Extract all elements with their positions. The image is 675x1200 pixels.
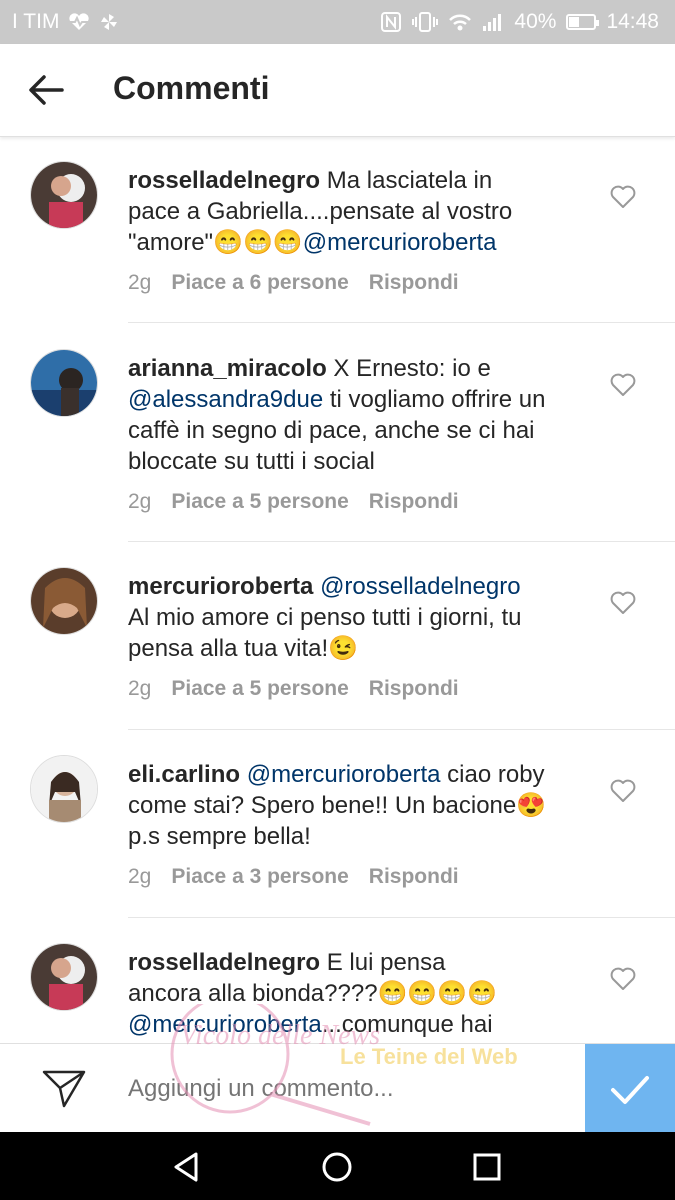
comment-username[interactable]: mercurioroberta — [128, 573, 313, 600]
comment-text: rosselladelnegro E lui pensa ancora alla… — [128, 947, 590, 1040]
comment-line: "amore"😁😁😁 — [128, 229, 303, 256]
heart-icon[interactable] — [610, 967, 636, 991]
comment-text: rosselladelnegro Ma lasciatela in pace a… — [128, 165, 590, 258]
comment-username[interactable]: rosselladelnegro — [128, 949, 320, 976]
comment-time: 2g — [128, 490, 152, 513]
comment-meta: 2g Piace a 3 persone Rispondi — [128, 865, 459, 889]
likes-link[interactable]: Piace a 6 persone — [171, 271, 348, 295]
comment-line: Ma lasciatela in — [326, 167, 493, 194]
divider — [128, 541, 675, 542]
comment-line: pace a Gabriella....pensate al vostro — [128, 198, 513, 225]
mention-link[interactable]: @mercurioroberta — [247, 761, 441, 788]
reply-button[interactable]: Rispondi — [369, 865, 459, 889]
likes-link[interactable]: Piace a 5 persone — [171, 490, 348, 514]
heart-rate-icon — [69, 13, 90, 31]
avatar[interactable] — [30, 349, 98, 417]
avatar[interactable] — [30, 161, 98, 229]
comment-line: pensa alla tua vita!😉 — [128, 635, 359, 662]
nav-home-icon[interactable] — [320, 1150, 354, 1184]
comments-list[interactable]: rosselladelnegro Ma lasciatela in pace a… — [0, 137, 675, 1043]
comment-username[interactable]: rosselladelnegro — [128, 167, 320, 194]
page-title: Commenti — [113, 70, 270, 106]
comment-line: Al mio amore ci penso tutti i giorni, tu — [128, 604, 522, 631]
reply-button[interactable]: Rispondi — [369, 271, 459, 295]
clock: 14:48 — [606, 10, 659, 33]
heart-icon[interactable] — [610, 373, 636, 397]
comment-username[interactable]: arianna_miracolo — [128, 355, 327, 382]
mention-link[interactable]: @alessandra9due — [128, 386, 323, 413]
divider — [128, 729, 675, 730]
comment-line: ...comunque hai — [321, 1011, 493, 1038]
comment-time: 2g — [128, 271, 152, 294]
app-bar: Commenti — [0, 44, 675, 137]
comment-meta: 2g Piace a 5 persone Rispondi — [128, 490, 459, 514]
comment-text: arianna_miracolo X Ernesto: io e @alessa… — [128, 353, 590, 477]
comment-composer: Vicolo delle News Le Teine del Web — [0, 1004, 675, 1133]
mention-link[interactable]: @mercurioroberta — [128, 1011, 322, 1038]
nfc-icon — [381, 12, 402, 32]
system-nav-bar — [0, 1132, 675, 1200]
nav-back-icon[interactable] — [170, 1150, 204, 1184]
comment-line: X Ernesto: io e — [333, 355, 491, 382]
post-comment-button[interactable] — [585, 1044, 675, 1133]
comment-line: bloccate su tutti i social — [128, 448, 375, 475]
comment-line: ancora alla bionda????😁😁😁😁 — [128, 980, 498, 1007]
comment-line: ciao roby — [440, 761, 545, 788]
watermark-text: Le Teine del Web — [340, 1044, 518, 1069]
comment-input[interactable] — [126, 1074, 570, 1104]
comment-line: come stai? Spero bene!! Un bacione😍 — [128, 792, 547, 819]
mention-link[interactable]: @mercurioroberta — [303, 229, 497, 256]
avatar[interactable] — [30, 943, 98, 1011]
likes-link[interactable]: Piace a 5 persone — [171, 677, 348, 701]
divider — [128, 322, 675, 323]
nav-recents-icon[interactable] — [470, 1150, 504, 1184]
heart-icon[interactable] — [610, 779, 636, 803]
back-arrow-icon[interactable] — [26, 72, 66, 108]
comment-line: p.s sempre bella! — [128, 823, 311, 850]
comment-meta: 2g Piace a 6 persone Rispondi — [128, 271, 459, 295]
comment-meta: 2g Piace a 5 persone Rispondi — [128, 677, 459, 701]
checkmark-icon — [611, 1076, 649, 1104]
avatar[interactable] — [30, 755, 98, 823]
reply-button[interactable]: Rispondi — [369, 677, 459, 701]
pinwheel-icon — [101, 14, 118, 30]
status-bar: I TIM 40% 14:48 — [0, 0, 675, 44]
divider — [128, 917, 675, 918]
avatar[interactable] — [30, 567, 98, 635]
vibrate-icon — [412, 12, 439, 32]
wifi-icon — [449, 14, 472, 31]
heart-icon[interactable] — [610, 185, 636, 209]
mention-link[interactable]: @rosselladelnegro — [320, 573, 520, 600]
comment-username[interactable]: eli.carlino — [128, 761, 240, 788]
comment-time: 2g — [128, 865, 152, 888]
comment-text: mercurioroberta @rosselladelnegro Al mio… — [128, 571, 590, 664]
reply-button[interactable]: Rispondi — [369, 490, 459, 514]
carrier-label: I TIM — [12, 10, 60, 33]
heart-icon[interactable] — [610, 591, 636, 615]
comment-time: 2g — [128, 677, 152, 700]
comment-line: caffè in segno di pace, anche se ci hai — [128, 417, 535, 444]
battery-icon — [566, 14, 600, 30]
comment-line: ti vogliamo offrire un — [323, 386, 546, 413]
direct-send-icon[interactable] — [40, 1066, 88, 1110]
comment-line: E lui pensa — [326, 949, 446, 976]
likes-link[interactable]: Piace a 3 persone — [171, 865, 348, 889]
comment-text: eli.carlino @mercurioroberta ciao roby c… — [128, 759, 590, 852]
signal-icon — [483, 14, 502, 31]
battery-percent: 40% — [514, 10, 557, 33]
